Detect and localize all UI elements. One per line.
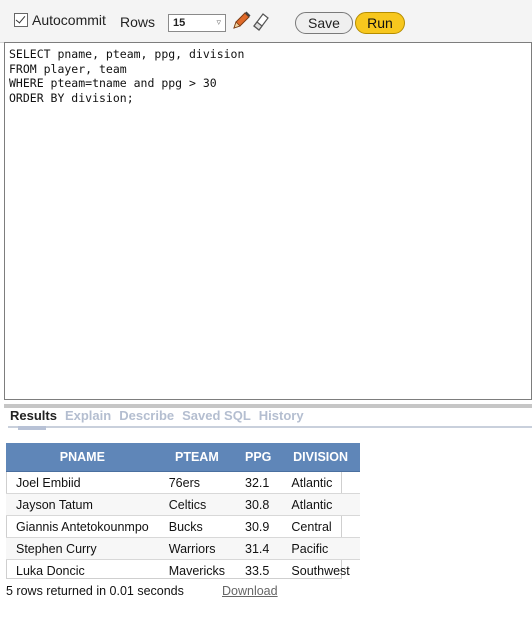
download-link[interactable]: Download xyxy=(222,584,278,598)
cell-pteam: 76ers xyxy=(158,471,235,494)
save-button[interactable]: Save xyxy=(295,12,353,34)
table-header-row: PNAME PTEAM PPG DIVISION xyxy=(6,443,360,472)
pencil-icon[interactable] xyxy=(230,10,252,32)
column-header-division: DIVISION xyxy=(281,443,360,472)
cell-ppg: 31.4 xyxy=(235,537,282,560)
cell-pname: Luka Doncic xyxy=(6,559,159,581)
cell-division: Atlantic xyxy=(281,471,360,494)
cell-division: Pacific xyxy=(281,537,360,560)
run-button[interactable]: Run xyxy=(355,12,405,34)
cell-pname: Giannis Antetokounmpo xyxy=(6,515,159,538)
column-header-pteam: PTEAM xyxy=(158,443,235,472)
table-row: Giannis Antetokounmpo Bucks 30.9 Central xyxy=(6,515,360,538)
cell-ppg: 32.1 xyxy=(235,471,282,494)
tab-explain[interactable]: Explain xyxy=(65,408,111,423)
status-message: 5 rows returned in 0.01 seconds xyxy=(6,584,184,598)
column-header-pname: PNAME xyxy=(6,443,159,472)
sql-text[interactable]: SELECT pname, pteam, ppg, division FROM … xyxy=(5,43,531,109)
cell-pteam: Mavericks xyxy=(158,559,235,581)
cell-division: Central xyxy=(281,515,360,538)
tab-divider xyxy=(8,426,532,428)
table-row: Joel Embiid 76ers 32.1 Atlantic xyxy=(6,471,360,494)
cell-pname: Stephen Curry xyxy=(6,537,159,560)
table-row: Stephen Curry Warriors 31.4 Pacific xyxy=(6,537,360,560)
chevron-down-icon: ▿ xyxy=(216,17,221,27)
results-table: PNAME PTEAM PPG DIVISION Joel Embiid 76e… xyxy=(6,443,360,581)
column-header-ppg: PPG xyxy=(235,443,282,472)
cell-pteam: Bucks xyxy=(158,515,235,538)
tab-describe[interactable]: Describe xyxy=(119,408,174,423)
rows-select[interactable]: 15 ▿ xyxy=(168,14,226,32)
eraser-icon[interactable] xyxy=(251,10,271,32)
rows-value: 15 xyxy=(173,17,186,29)
autocommit-checkbox[interactable] xyxy=(14,13,28,27)
rows-label: Rows xyxy=(120,14,156,30)
cell-division: Atlantic xyxy=(281,493,360,516)
table-row: Jayson Tatum Celtics 30.8 Atlantic xyxy=(6,493,360,516)
active-tab-indicator xyxy=(18,426,46,430)
cell-ppg: 33.5 xyxy=(235,559,282,581)
tab-results[interactable]: Results xyxy=(10,408,57,423)
result-tabs: Results Explain Describe Saved SQL Histo… xyxy=(10,408,312,423)
autocommit-label: Autocommit xyxy=(32,12,106,28)
cell-pname: Jayson Tatum xyxy=(6,493,159,516)
cell-pteam: Celtics xyxy=(158,493,235,516)
table-row: Luka Doncic Mavericks 33.5 Southwest xyxy=(6,559,360,581)
tab-history[interactable]: History xyxy=(259,408,304,423)
cell-pteam: Warriors xyxy=(158,537,235,560)
tab-saved-sql[interactable]: Saved SQL xyxy=(182,408,251,423)
sql-editor[interactable]: SELECT pname, pteam, ppg, division FROM … xyxy=(4,42,532,400)
toolbar: Autocommit Rows 15 ▿ Save Run xyxy=(0,0,532,43)
autocommit-toggle[interactable]: Autocommit xyxy=(14,12,106,28)
cell-division: Southwest xyxy=(281,559,360,581)
cell-ppg: 30.8 xyxy=(235,493,282,516)
cell-ppg: 30.9 xyxy=(235,515,282,538)
cell-pname: Joel Embiid xyxy=(6,471,159,494)
